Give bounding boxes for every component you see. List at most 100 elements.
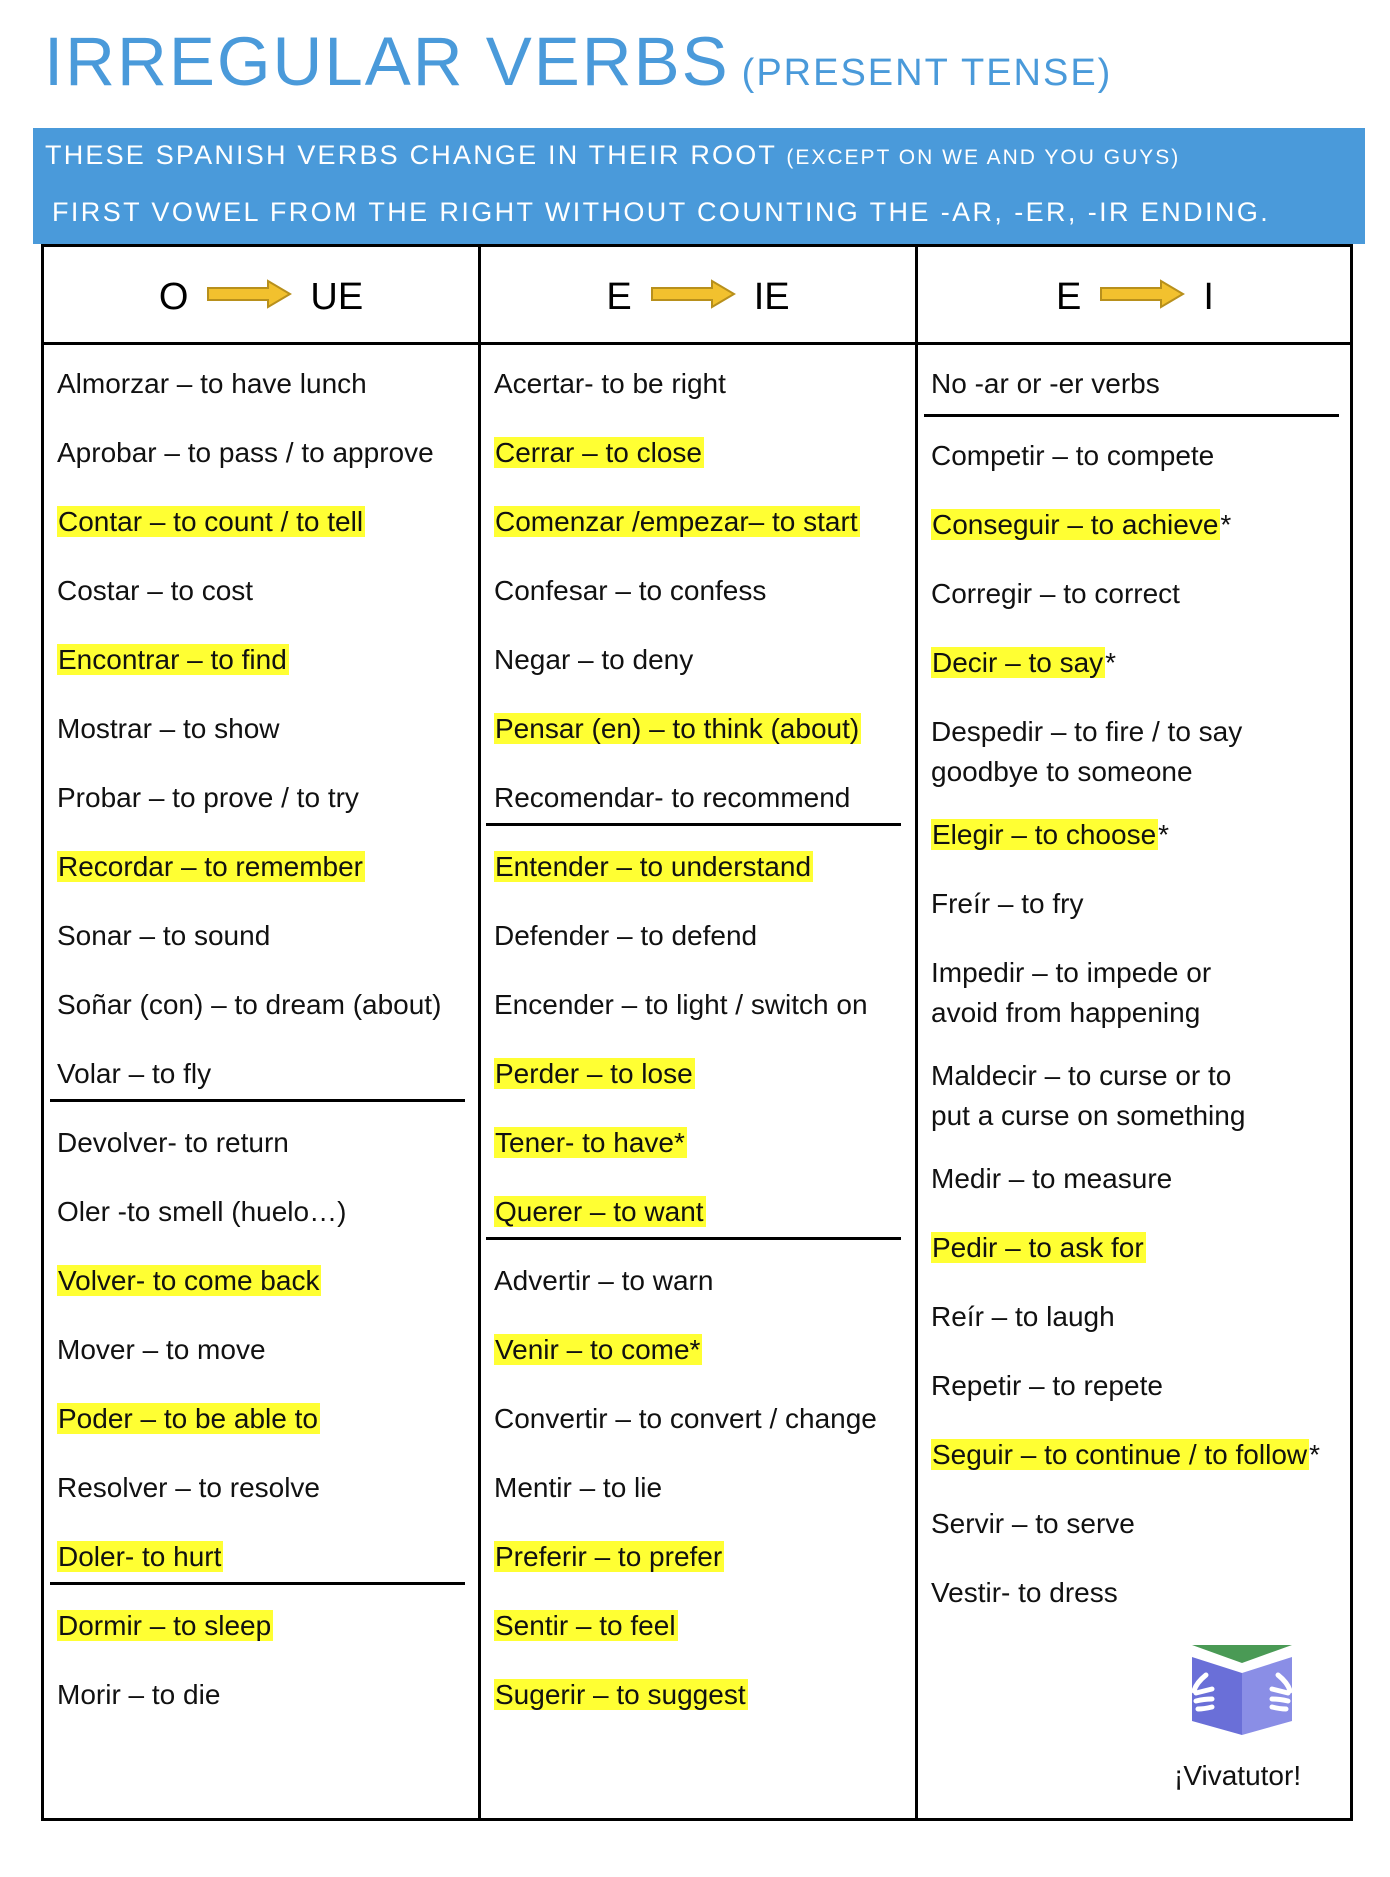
verb-text: Entender – to understand bbox=[494, 851, 814, 882]
header-from: E bbox=[1056, 275, 1082, 318]
verb-text: Recomendar- to recommend bbox=[494, 782, 851, 813]
verb-item: Sugerir – to suggest bbox=[494, 1675, 748, 1715]
verb-item: Tener- to have* bbox=[494, 1123, 687, 1163]
column-header-e-i: E I bbox=[918, 267, 1352, 327]
verb-item: Venir – to come* bbox=[494, 1330, 703, 1370]
verb-item: Perder – to lose bbox=[494, 1054, 695, 1094]
verb-item: Pedir – to ask for bbox=[931, 1228, 1146, 1268]
verb-text: Probar – to prove / to try bbox=[57, 782, 359, 813]
verb-text: Doler- to hurt bbox=[57, 1541, 224, 1572]
verb-text: Vestir- to dress bbox=[931, 1577, 1118, 1608]
open-book-with-hands-icon bbox=[1191, 1645, 1293, 1737]
verb-item: Volver- to come back bbox=[57, 1261, 322, 1301]
verb-text: Medir – to measure bbox=[931, 1163, 1173, 1194]
verb-text: Encontrar – to find bbox=[57, 644, 289, 675]
title-sub: (PRESENT TENSE) bbox=[741, 52, 1113, 94]
verb-text: Dormir – to sleep bbox=[57, 1610, 274, 1641]
group-separator bbox=[50, 1099, 465, 1102]
verb-text: Comenzar /empezar– to start bbox=[494, 506, 860, 537]
verb-item: Medir – to measure bbox=[931, 1159, 1172, 1199]
verb-text: No -ar or -er verbs bbox=[931, 368, 1160, 399]
verb-text: Soñar (con) – to dream (about) bbox=[57, 989, 442, 1020]
verb-item: Encontrar – to find bbox=[57, 640, 289, 680]
verb-item: Conseguir – to achieve* bbox=[931, 505, 1231, 545]
verb-item: Defender – to defend bbox=[494, 916, 757, 956]
verb-item: Preferir – to prefer bbox=[494, 1537, 725, 1577]
arrow-right-icon bbox=[1099, 276, 1186, 319]
verb-text: Defender – to defend bbox=[494, 920, 758, 951]
group-separator bbox=[486, 1237, 901, 1240]
verb-text: Competir – to compete bbox=[931, 440, 1215, 471]
verb-text: Reír – to laugh bbox=[931, 1301, 1115, 1332]
verb-text: Aprobar – to pass / to approve bbox=[57, 437, 434, 468]
verb-text: Despedir – to fire / to say goodbye to s… bbox=[931, 716, 1243, 787]
column-header-e-ie: E IE bbox=[481, 267, 915, 327]
verb-item: Confesar – to confess bbox=[494, 571, 766, 611]
verb-text: Preferir – to prefer bbox=[494, 1541, 725, 1572]
verb-text: Sonar – to sound bbox=[57, 920, 271, 951]
verb-item: Advertir – to warn bbox=[494, 1261, 713, 1301]
banner-line-2: FIRST VOWEL FROM THE RIGHT WITHOUT COUNT… bbox=[52, 197, 1271, 227]
verb-text: Convertir – to convert / change bbox=[494, 1403, 877, 1434]
header-to: I bbox=[1203, 275, 1214, 318]
verb-item: Oler -to smell (huelo…) bbox=[57, 1192, 346, 1232]
verb-item: Contar – to count / to tell bbox=[57, 502, 366, 542]
verb-item: Servir – to serve bbox=[931, 1504, 1135, 1544]
verb-text: Impedir – to impede or avoid from happen… bbox=[931, 957, 1212, 1028]
verb-item: Costar – to cost bbox=[57, 571, 253, 611]
verb-text: Mover – to move bbox=[57, 1334, 266, 1365]
verb-text: Corregir – to correct bbox=[931, 578, 1180, 609]
group-separator bbox=[50, 1582, 465, 1585]
verb-item: Mostrar – to show bbox=[57, 709, 280, 749]
verb-text: Volar – to fly bbox=[57, 1058, 212, 1089]
verb-text: Maldecir – to curse or to put a curse on… bbox=[931, 1060, 1246, 1131]
verb-item: Elegir – to choose* bbox=[931, 815, 1169, 855]
verb-item: No -ar or -er verbs bbox=[931, 364, 1160, 404]
column-header-o-ue: O UE bbox=[44, 267, 478, 327]
verb-item: Sonar – to sound bbox=[57, 916, 270, 956]
verb-item: Impedir – to impede or avoid from happen… bbox=[931, 953, 1261, 1033]
verb-text: Venir – to come* bbox=[494, 1334, 703, 1365]
verb-item: Corregir – to correct bbox=[931, 574, 1180, 614]
verb-text: Devolver- to return bbox=[57, 1127, 289, 1158]
verb-item: Competir – to compete bbox=[931, 436, 1214, 476]
verb-text: Sentir – to feel bbox=[494, 1610, 678, 1641]
verb-text: Contar – to count / to tell bbox=[57, 506, 366, 537]
verb-item: Comenzar /empezar– to start bbox=[494, 502, 860, 542]
verb-text: Cerrar – to close bbox=[494, 437, 704, 468]
brand-name: ¡Vivatutor! bbox=[1174, 1760, 1302, 1791]
verb-item: Cerrar – to close bbox=[494, 433, 704, 473]
banner-line-1-main: THESE SPANISH VERBS CHANGE IN THEIR ROOT bbox=[45, 140, 777, 170]
verb-item: Pensar (en) – to think (about) bbox=[494, 709, 862, 749]
group-separator bbox=[924, 414, 1339, 417]
verb-text: Querer – to want bbox=[494, 1196, 706, 1227]
verb-text: Seguir – to continue / to follow bbox=[931, 1439, 1310, 1470]
verb-text: Morir – to die bbox=[57, 1679, 221, 1710]
verb-text: Servir – to serve bbox=[931, 1508, 1135, 1539]
verb-item: Aprobar – to pass / to approve bbox=[57, 433, 434, 473]
verb-item: Poder – to be able to bbox=[57, 1399, 320, 1439]
verb-text: Acertar- to be right bbox=[494, 368, 726, 399]
arrow-right-icon bbox=[650, 276, 736, 319]
verb-item: Morir – to die bbox=[57, 1675, 220, 1715]
verb-text: Freír – to fry bbox=[931, 888, 1084, 919]
verb-item: Vestir- to dress bbox=[931, 1573, 1118, 1613]
irregular-marker: * bbox=[1158, 819, 1170, 850]
verb-item: Doler- to hurt bbox=[57, 1537, 224, 1577]
verb-text: Costar – to cost bbox=[57, 575, 254, 606]
verb-item: Recomendar- to recommend bbox=[494, 778, 850, 818]
verb-text: Recordar – to remember bbox=[57, 851, 366, 882]
verb-item: Probar – to prove / to try bbox=[57, 778, 359, 818]
verb-item: Reír – to laugh bbox=[931, 1297, 1115, 1337]
verb-item: Dormir – to sleep bbox=[57, 1606, 274, 1646]
verb-item: Devolver- to return bbox=[57, 1123, 289, 1163]
header-divider bbox=[44, 342, 1350, 345]
verb-text: Pensar (en) – to think (about) bbox=[494, 713, 862, 744]
verb-text: Decir – to say bbox=[931, 647, 1106, 678]
banner-line-1: THESE SPANISH VERBS CHANGE IN THEIR ROOT… bbox=[45, 140, 1180, 171]
verb-text: Conseguir – to achieve bbox=[931, 509, 1221, 540]
verb-item: Seguir – to continue / to follow* bbox=[931, 1435, 1320, 1475]
verb-table: O UE E IE E I Almorzar – to have lunch Ap… bbox=[41, 244, 1353, 1821]
irregular-marker: * bbox=[1105, 647, 1117, 678]
verb-item: Recordar – to remember bbox=[57, 847, 366, 887]
